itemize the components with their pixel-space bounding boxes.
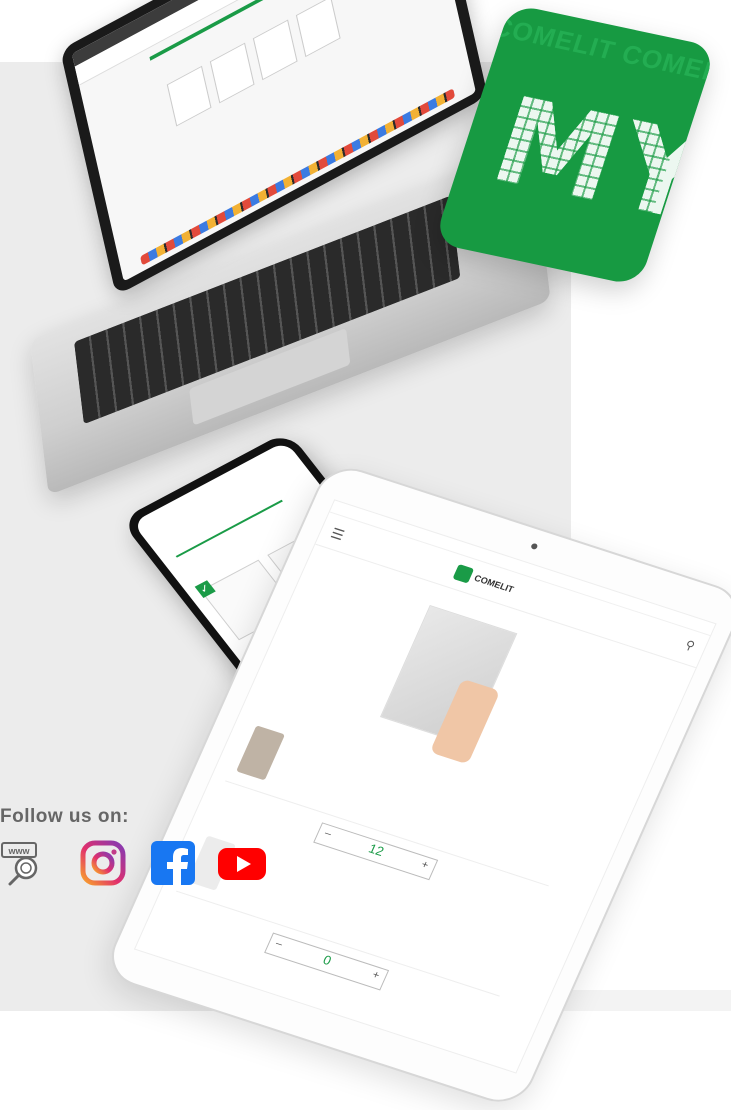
logo-mark — [452, 563, 475, 584]
menu-icon[interactable]: ☰ — [328, 525, 346, 544]
search-icon[interactable]: ⚲ — [683, 638, 697, 654]
tablet-camera — [530, 542, 539, 551]
instagram-icon[interactable] — [80, 840, 126, 886]
product-thumbnail — [236, 725, 286, 781]
comelit-logo: COMELIT — [452, 563, 516, 597]
app-header: ☰ COMELIT ⚲ — [315, 512, 710, 669]
product-card — [209, 42, 255, 104]
phone-heading-underline — [175, 499, 283, 558]
phone-heading: ​ — [163, 540, 173, 553]
background-fade — [560, 990, 731, 1011]
svg-text:www: www — [7, 846, 30, 856]
follow-us-heading: Follow us on: — [0, 806, 129, 827]
product-card — [252, 19, 298, 81]
product-card — [295, 0, 341, 58]
logo-text: COMELIT — [472, 572, 516, 595]
www-search-icon[interactable]: www — [0, 840, 50, 886]
youtube-icon[interactable] — [216, 840, 268, 886]
facebook-icon[interactable] — [150, 840, 196, 886]
product-card — [166, 65, 212, 127]
